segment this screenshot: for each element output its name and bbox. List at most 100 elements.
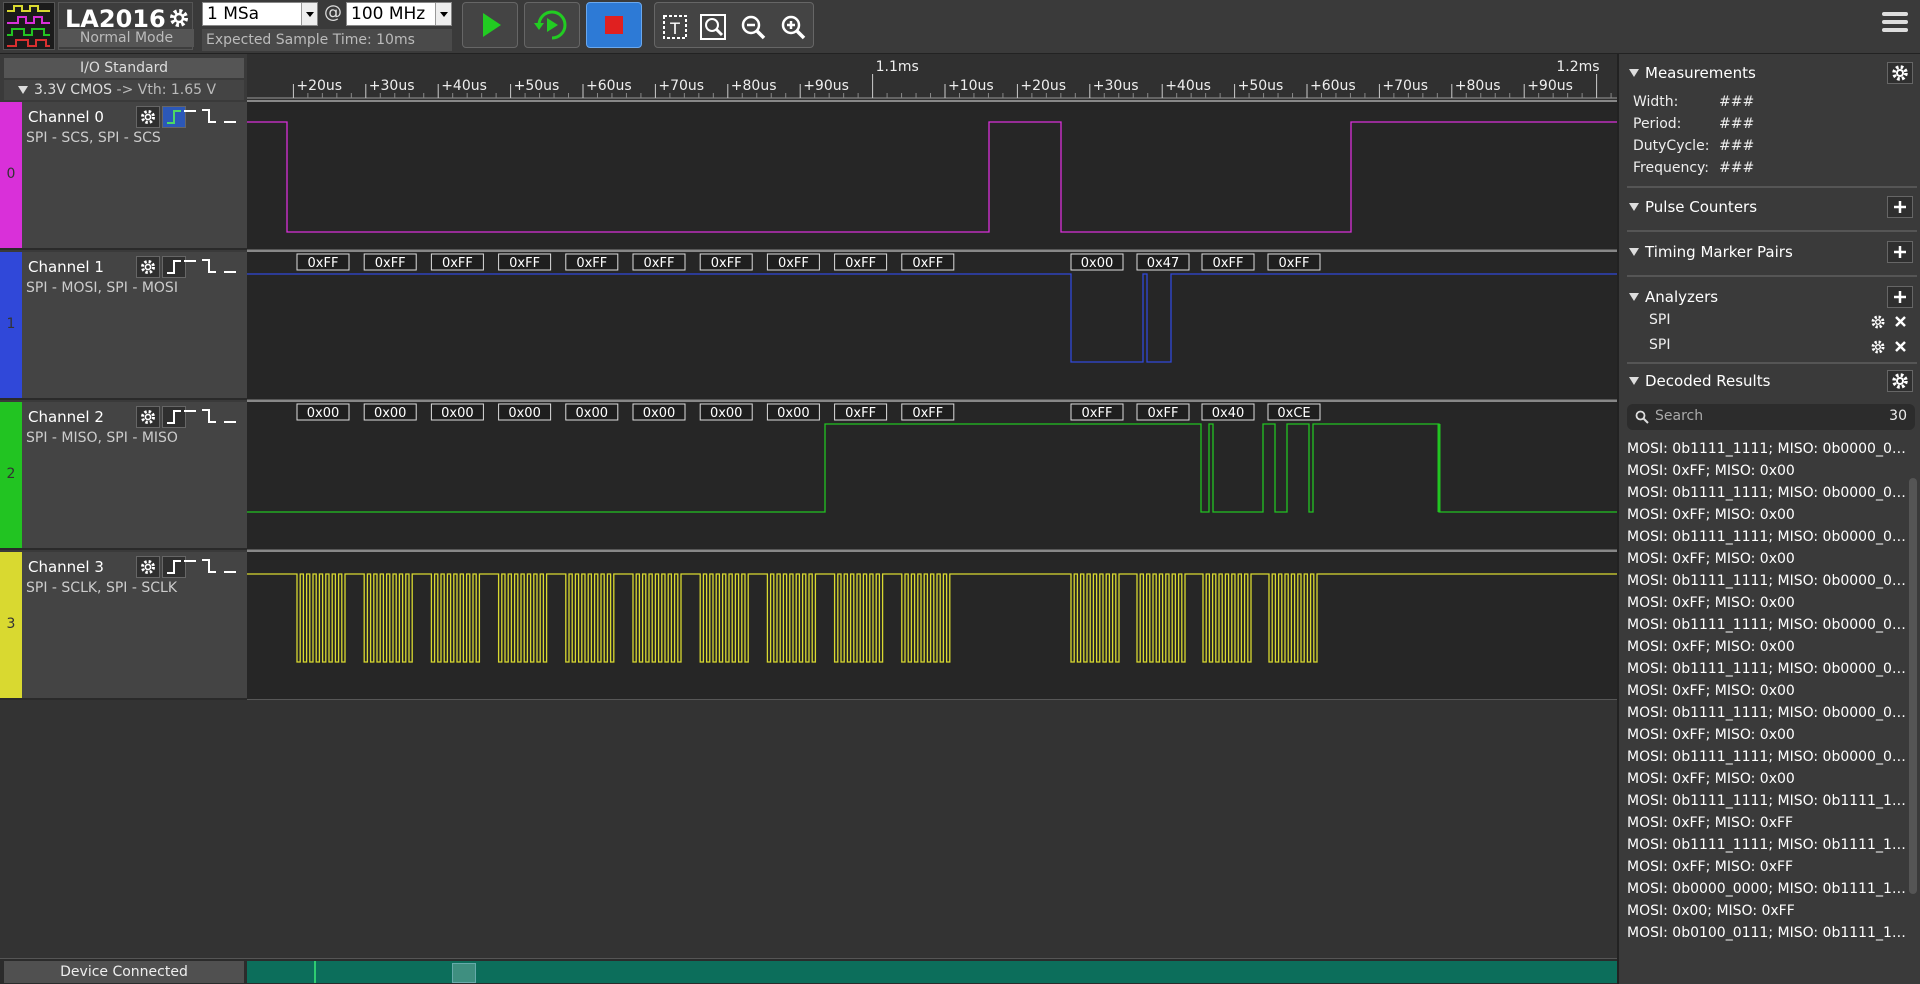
decoded-result-row[interactable]: MOSI: 0xFF; MISO: 0x00	[1627, 592, 1907, 614]
decoded-byte-label: 0x00	[307, 406, 340, 421]
analyzers-header[interactable]: Analyzers	[1627, 284, 1917, 312]
decoded-result-row[interactable]: MOSI: 0xFF; MISO: 0xFF	[1627, 812, 1907, 834]
remove-analyzer-close-icon[interactable]	[1895, 316, 1906, 327]
decoded-result-row[interactable]: MOSI: 0xFF; MISO: 0x00	[1627, 504, 1907, 526]
timeline-tick-label: +70us	[658, 78, 704, 94]
channel-settings-gear-icon[interactable]	[136, 106, 160, 128]
decoded-result-row[interactable]: MOSI: 0b0000_0000; MISO: 0b1111_1111	[1627, 878, 1907, 900]
low-level-trigger-icon[interactable]	[220, 106, 244, 128]
channel-row[interactable]: 0 Channel 0 SPI - SCS, SPI - SCS	[0, 102, 247, 250]
decoded-result-row[interactable]: MOSI: 0x00; MISO: 0xFF	[1627, 900, 1907, 922]
remove-analyzer-close-icon[interactable]	[1895, 341, 1906, 352]
repeat-run-button[interactable]	[524, 2, 580, 48]
falling-edge-trigger-icon[interactable]	[198, 556, 222, 578]
text-select-icon[interactable]: T	[661, 13, 689, 41]
results-scrollbar[interactable]	[1909, 478, 1917, 894]
low-level-trigger-icon[interactable]	[220, 556, 244, 578]
timeline-ruler[interactable]: +20us +30us +40us +50us +60us +70us +80us +90us…	[247, 54, 1617, 102]
run-button[interactable]	[462, 2, 518, 48]
decoded-result-row[interactable]: MOSI: 0b1111_1111; MISO: 0b1111_1111	[1627, 790, 1907, 812]
add-pulse-counter-plus-icon[interactable]	[1887, 196, 1913, 218]
zoom-fit-icon[interactable]	[699, 13, 727, 41]
channel-settings-gear-icon[interactable]	[136, 256, 160, 278]
low-level-trigger-icon[interactable]	[220, 256, 244, 278]
measurements-gear-icon[interactable]	[1887, 62, 1913, 84]
status-bar: Device Connected	[0, 958, 1617, 984]
overview-scroll-handle[interactable]	[452, 963, 476, 983]
decoded-result-row[interactable]: MOSI: 0xFF; MISO: 0x00	[1627, 548, 1907, 570]
io-standard-select[interactable]: 3.3V CMOS -> Vth: 1.65 V	[4, 80, 244, 100]
timeline-tick-label: +60us	[586, 78, 632, 94]
channel-trigger-buttons	[136, 556, 244, 578]
decoded-result-row[interactable]: MOSI: 0b1111_1111; MISO: 0b0000_0000	[1627, 746, 1907, 768]
zoom-in-icon[interactable]	[779, 13, 807, 41]
decoded-result-row[interactable]: MOSI: 0b1111_1111; MISO: 0b0000_0000	[1627, 482, 1907, 504]
analyzer-item[interactable]: SPI	[1649, 312, 1670, 328]
channel-settings-gear-icon[interactable]	[136, 406, 160, 428]
pulse-counters-header[interactable]: Pulse Counters	[1627, 194, 1917, 222]
analyzers-title: Analyzers	[1645, 288, 1719, 306]
decoded-results-gear-icon[interactable]	[1887, 370, 1913, 392]
sample-rate-select[interactable]: 100 MHz	[346, 2, 452, 26]
falling-edge-trigger-icon[interactable]	[198, 106, 222, 128]
timeline-tick-label: 1.2ms	[1556, 59, 1599, 75]
add-timing-pair-plus-icon[interactable]	[1887, 241, 1913, 263]
channel-row[interactable]: 1 Channel 1 SPI - MOSI, SPI - MOSI	[0, 252, 247, 400]
decoded-result-row[interactable]: MOSI: 0b1111_1111; MISO: 0b0000_0000	[1627, 570, 1907, 592]
decoded-result-row[interactable]: MOSI: 0b1111_1111; MISO: 0b0000_0000	[1627, 658, 1907, 680]
decoded-byte-label: 0xFF	[576, 256, 607, 271]
decoded-result-row[interactable]: MOSI: 0xFF; MISO: 0x00	[1627, 636, 1907, 658]
decoded-result-row[interactable]: MOSI: 0xFF; MISO: 0x00	[1627, 768, 1907, 790]
decoded-byte-label: 0x40	[1212, 406, 1245, 421]
low-level-trigger-icon[interactable]	[220, 406, 244, 428]
channel-row[interactable]: 3 Channel 3 SPI - SCLK, SPI - SCLK	[0, 552, 247, 700]
timing-pairs-header[interactable]: Timing Marker Pairs	[1627, 239, 1917, 267]
chevron-down-icon[interactable]	[435, 3, 451, 25]
decoded-byte-label: 0x00	[576, 406, 609, 421]
analyzer-gear-icon[interactable]	[1871, 315, 1885, 329]
decoded-result-row[interactable]: MOSI: 0b1111_1111; MISO: 0b0000_0000	[1627, 438, 1907, 460]
falling-edge-trigger-icon[interactable]	[198, 256, 222, 278]
measurements-title: Measurements	[1645, 64, 1756, 82]
device-settings-gear-icon[interactable]	[167, 6, 191, 30]
decoded-result-row[interactable]: MOSI: 0xFF; MISO: 0x00	[1627, 460, 1907, 482]
decoded-result-row[interactable]: MOSI: 0xFF; MISO: 0xFF	[1627, 856, 1907, 878]
decoded-byte-label: 0x00	[643, 406, 676, 421]
falling-edge-trigger-icon[interactable]	[198, 406, 222, 428]
decoded-results-list[interactable]: MOSI: 0b1111_1111; MISO: 0b0000_0000 MOSI…	[1627, 438, 1907, 948]
decoded-result-row[interactable]: MOSI: 0xFF; MISO: 0x00	[1627, 724, 1907, 746]
channel-row[interactable]: 2 Channel 2 SPI - MISO, SPI - MISO	[0, 402, 247, 550]
waveform-area[interactable]: 0xFF 0xFF 0xFF 0xFF 0xFF 0xFF 0xFF 0xFF 0xFF 0xFF…	[247, 102, 1617, 700]
decoded-byte-label: 0xFF	[442, 256, 473, 271]
search-input[interactable]: Search 30	[1627, 404, 1915, 430]
channel-panel: I/O Standard 3.3V CMOS -> Vth: 1.65 V 0 C…	[0, 54, 247, 700]
decoded-byte-label: 0xFF	[711, 256, 742, 271]
decoded-result-row[interactable]: MOSI: 0b0100_0111; MISO: 0b1111_1111	[1627, 922, 1907, 944]
channel-settings-gear-icon[interactable]	[136, 556, 160, 578]
freq-value: ###	[1719, 160, 1755, 176]
timeline-tick-label: +20us	[296, 78, 342, 94]
decoded-results-header[interactable]: Decoded Results	[1627, 368, 1917, 396]
analyzer-item[interactable]: SPI	[1649, 337, 1670, 353]
add-analyzer-plus-icon[interactable]	[1887, 286, 1913, 308]
io-vth: -> Vth: 1.65 V	[116, 82, 217, 98]
io-voltage: 3.3V CMOS	[34, 82, 113, 98]
decoded-result-row[interactable]: MOSI: 0b1111_1111; MISO: 0b0000_0000	[1627, 702, 1907, 724]
sample-count-select[interactable]: 1 MSa	[202, 2, 318, 26]
stop-button[interactable]	[586, 2, 642, 48]
decoded-result-row[interactable]: MOSI: 0b1111_1111; MISO: 0b0000_0000	[1627, 614, 1907, 636]
decoded-result-row[interactable]: MOSI: 0b1111_1111; MISO: 0b1111_1111	[1627, 834, 1907, 856]
decoded-result-row[interactable]: MOSI: 0b1111_1111; MISO: 0b0000_0000	[1627, 526, 1907, 548]
measurements-header[interactable]: Measurements	[1627, 60, 1917, 88]
zoom-out-icon[interactable]	[739, 13, 767, 41]
timeline-tick-label: +90us	[803, 78, 849, 94]
decoded-result-row[interactable]: MOSI: 0xFF; MISO: 0x00	[1627, 680, 1907, 702]
period-label: Period:	[1633, 116, 1682, 132]
channel-trigger-buttons	[136, 256, 244, 278]
chevron-down-icon[interactable]	[301, 3, 317, 25]
decoded-byte-label: 0x00	[710, 406, 743, 421]
analyzer-gear-icon[interactable]	[1871, 340, 1885, 354]
channel-name: Channel 1	[28, 258, 104, 276]
decoded-result-row[interactable]: MOSI: 0x47; MISO: 0xFF	[1627, 944, 1907, 948]
menu-icon[interactable]	[1882, 12, 1908, 36]
